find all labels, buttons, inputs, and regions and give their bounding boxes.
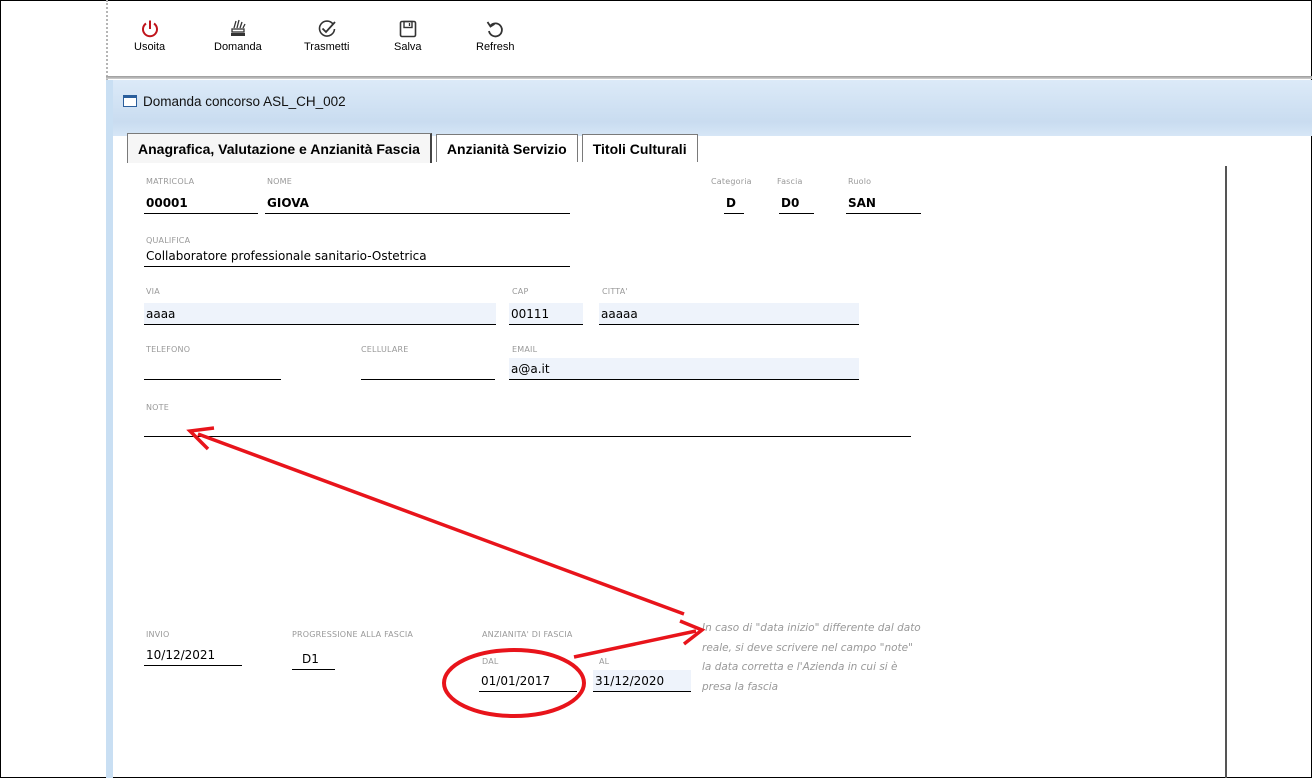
via-field[interactable]: aaaa (144, 303, 496, 325)
ruolo-field[interactable]: SAN (846, 192, 921, 214)
annotation-note: In caso di "data inizio" differente dal … (702, 622, 921, 693)
window-icon (123, 95, 137, 107)
stack-icon (230, 19, 246, 36)
domanda-label: Domanda (214, 41, 262, 53)
dal-label: DAL (482, 657, 499, 666)
citta-field[interactable]: aaaaa (599, 303, 859, 325)
salva-button[interactable]: Salva (394, 18, 422, 66)
cellulare-label: CELLULARE (361, 345, 409, 354)
tab-titoli-culturali[interactable]: Titoli Culturali (581, 134, 698, 162)
trasmetti-label: Trasmetti (304, 41, 350, 53)
matricola-label: MATRICOLA (146, 177, 195, 186)
domanda-button[interactable]: Domanda (214, 18, 262, 66)
tab-anagrafica[interactable]: Anagrafica, Valutazione e Anzianità Fasc… (127, 133, 432, 163)
note-label: NOTE (146, 403, 170, 412)
progressione-label: PROGRESSIONE ALLA FASCIA (292, 630, 414, 639)
al-field[interactable]: 31/12/2020 (593, 670, 691, 692)
tab-bar: Anagrafica, Valutazione e Anzianità Fasc… (127, 133, 698, 163)
nome-label: NOME (267, 177, 293, 186)
nome-field[interactable]: GIOVA (265, 192, 570, 214)
al-label: AL (599, 657, 610, 666)
qualifica-label: QUALIFICA (146, 236, 191, 245)
usoita-label: Usoita (134, 41, 166, 53)
salva-label: Salva (394, 41, 422, 53)
note-field[interactable] (144, 415, 911, 437)
progressione-field[interactable]: D1 (292, 648, 335, 670)
email-field[interactable]: a@a.it (509, 358, 859, 380)
cap-field[interactable]: 00111 (509, 303, 583, 325)
anzianita-label: ANZIANITA' DI FASCIA (482, 630, 573, 639)
invio-label: INVIO (146, 630, 170, 639)
refresh-button[interactable]: Refresh (476, 18, 515, 66)
check-icon (318, 20, 336, 37)
cap-label: CAP (512, 287, 529, 296)
trasmetti-button[interactable]: Trasmetti (304, 18, 349, 66)
fascia-field[interactable]: D0 (779, 192, 814, 214)
refresh-label: Refresh (476, 41, 515, 53)
usoita-button[interactable]: Usoita (134, 18, 165, 66)
telefono-label: TELEFONO (146, 345, 191, 354)
window-title: Domanda concorso ASL_CH_002 (143, 93, 346, 109)
qualifica-field[interactable]: Collaboratore professionale sanitario-Os… (144, 245, 570, 267)
toolbar-grip (106, 0, 108, 80)
save-icon (399, 20, 417, 38)
email-label: EMAIL (512, 345, 538, 354)
citta-label: CITTA' (602, 287, 628, 296)
ruolo-label: Ruolo (848, 177, 872, 186)
toolbar: Usoita Domanda Trasmetti Salva Refresh (106, 0, 1312, 80)
cellulare-field[interactable] (361, 358, 495, 380)
fascia-label: Fascia (777, 177, 803, 186)
toolbar-separator (106, 76, 1312, 79)
tab-anzianita-servizio[interactable]: Anzianità Servizio (435, 134, 578, 162)
telefono-field[interactable] (144, 358, 281, 380)
categoria-label: Categoria (711, 177, 752, 186)
dal-field[interactable]: 01/01/2017 (479, 670, 577, 692)
panel-right-border (1225, 166, 1227, 778)
invio-field[interactable]: 10/12/2021 (144, 644, 242, 666)
via-label: VIA (146, 287, 160, 296)
window-titlebar: Domanda concorso ASL_CH_002 (113, 80, 1312, 122)
power-icon (141, 20, 158, 38)
refresh-icon (487, 21, 504, 38)
matricola-field[interactable]: 00001 (144, 192, 258, 214)
categoria-field[interactable]: D (724, 192, 744, 214)
